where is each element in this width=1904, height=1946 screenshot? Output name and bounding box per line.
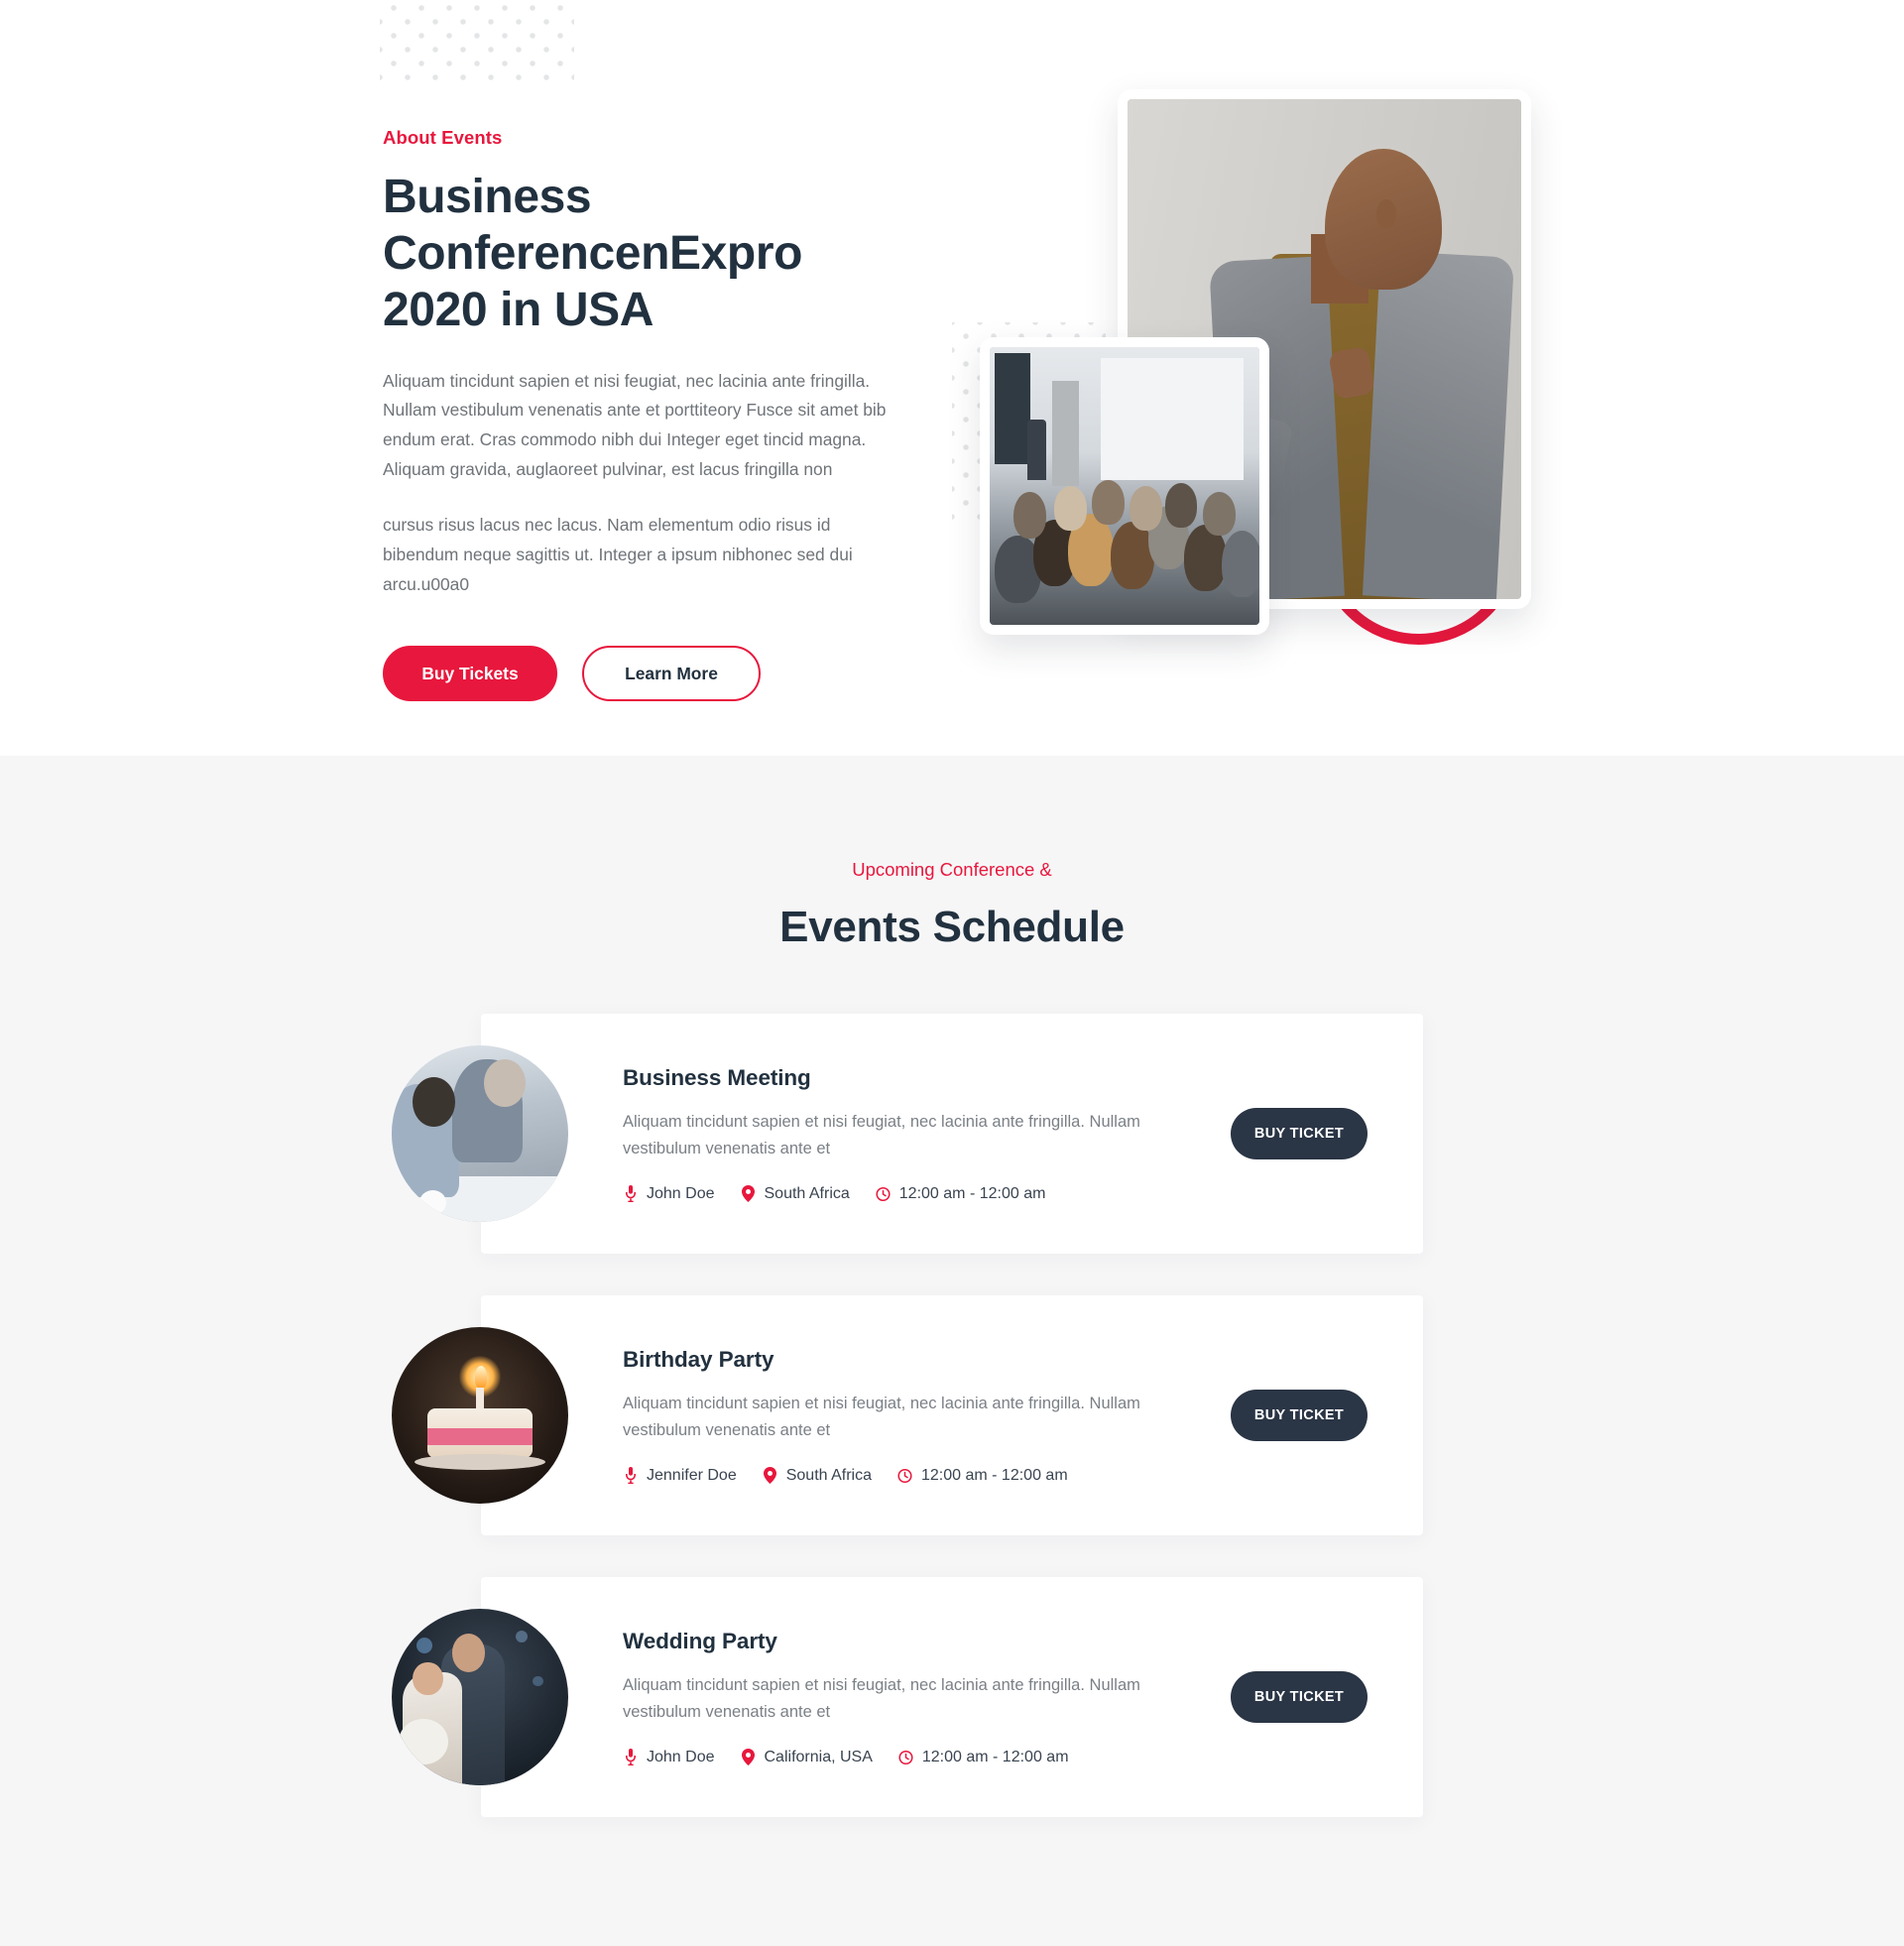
event-body: Birthday Party Aliquam tincidunt sapien … — [481, 1347, 1231, 1485]
microphone-icon — [623, 1467, 638, 1485]
event-description: Aliquam tincidunt sapien et nisi feugiat… — [623, 1112, 1140, 1158]
clock-icon — [876, 1185, 891, 1203]
buy-ticket-button[interactable]: BUY TICKET — [1231, 1390, 1368, 1442]
microphone-icon — [623, 1749, 638, 1766]
event-thumbnail — [392, 1609, 568, 1786]
event-time: 12:00 am - 12:00 am — [898, 1749, 1069, 1766]
event-speaker: John Doe — [623, 1749, 715, 1766]
buy-ticket-button[interactable]: BUY TICKET — [1231, 1108, 1368, 1160]
event-action: BUY TICKET — [1231, 1390, 1423, 1442]
event-action: BUY TICKET — [1231, 1108, 1423, 1160]
about-button-row: Buy Tickets Learn More — [383, 646, 923, 702]
event-time-label: 12:00 am - 12:00 am — [921, 1466, 1068, 1484]
event-location: South Africa — [741, 1185, 850, 1203]
event-time: 12:00 am - 12:00 am — [897, 1467, 1068, 1485]
event-location-label: South Africa — [785, 1466, 872, 1484]
schedule-title: Events Schedule — [779, 903, 1125, 952]
event-title: Business Meeting — [623, 1064, 811, 1090]
about-copy-column: About Events Business ConferencenExpro 2… — [383, 127, 923, 702]
event-body: Wedding Party Aliquam tincidunt sapien e… — [481, 1629, 1231, 1766]
event-body: Business Meeting Aliquam tincidunt sapie… — [481, 1065, 1231, 1203]
event-card: Business Meeting Aliquam tincidunt sapie… — [392, 1014, 1423, 1255]
event-meta-row: Jennifer Doe South Africa 12:00 am - 12:… — [623, 1467, 1211, 1485]
event-location: South Africa — [763, 1467, 872, 1485]
microphone-icon — [623, 1185, 638, 1203]
event-speaker-label: John Doe — [647, 1184, 715, 1202]
schedule-header: Upcoming Conference & Events Schedule — [0, 859, 1904, 952]
event-thumbnail — [392, 1045, 568, 1223]
audience-photo-frame — [980, 337, 1269, 635]
event-action: BUY TICKET — [1231, 1671, 1423, 1724]
event-location-label: California, USA — [764, 1748, 873, 1765]
schedule-eyebrow: Upcoming Conference & — [852, 859, 1052, 880]
event-location-label: South Africa — [764, 1184, 850, 1202]
event-time-label: 12:00 am - 12:00 am — [898, 1184, 1046, 1202]
event-meta-row: John Doe California, USA 12:00 am - 12:0… — [623, 1749, 1211, 1766]
events-schedule-section: Upcoming Conference & Events Schedule Bu… — [0, 756, 1904, 1946]
event-description: Aliquam tincidunt sapien et nisi feugiat… — [623, 1394, 1140, 1440]
clock-icon — [897, 1467, 912, 1485]
buy-ticket-button[interactable]: BUY TICKET — [1231, 1671, 1368, 1724]
about-eyebrow: About Events — [383, 127, 503, 148]
clock-icon — [898, 1749, 913, 1766]
event-card: Birthday Party Aliquam tincidunt sapien … — [392, 1295, 1423, 1536]
learn-more-button[interactable]: Learn More — [582, 646, 761, 702]
event-thumbnail — [392, 1327, 568, 1505]
page-title: Business ConferencenExpro 2020 in USA — [383, 171, 803, 337]
about-paragraph-1: Aliquam tincidunt sapien et nisi feugiat… — [383, 370, 887, 480]
event-time-label: 12:00 am - 12:00 am — [921, 1748, 1069, 1765]
map-pin-icon — [763, 1467, 777, 1485]
about-events-section: About Events Business ConferencenExpro 2… — [0, 0, 1904, 756]
buy-tickets-button[interactable]: Buy Tickets — [383, 646, 557, 702]
event-speaker-label: Jennifer Doe — [647, 1466, 737, 1484]
event-meta-row: John Doe South Africa 12:00 am - 12:00 a… — [623, 1185, 1211, 1203]
event-speaker: Jennifer Doe — [623, 1467, 737, 1485]
event-title: Wedding Party — [623, 1628, 777, 1653]
audience-photo — [990, 347, 1259, 625]
event-time: 12:00 am - 12:00 am — [876, 1184, 1046, 1203]
event-speaker-label: John Doe — [647, 1748, 715, 1765]
map-pin-icon — [741, 1749, 756, 1766]
about-media-collage — [942, 69, 1636, 704]
event-card: Wedding Party Aliquam tincidunt sapien e… — [392, 1577, 1423, 1818]
event-description: Aliquam tincidunt sapien et nisi feugiat… — [623, 1675, 1140, 1722]
event-speaker: John Doe — [623, 1185, 715, 1203]
about-paragraph-2: cursus risus lacus nec lacus. Nam elemen… — [383, 515, 853, 595]
event-title: Birthday Party — [623, 1346, 774, 1372]
event-location: California, USA — [741, 1749, 873, 1766]
events-list: Business Meeting Aliquam tincidunt sapie… — [392, 1014, 1423, 1818]
map-pin-icon — [741, 1185, 756, 1203]
